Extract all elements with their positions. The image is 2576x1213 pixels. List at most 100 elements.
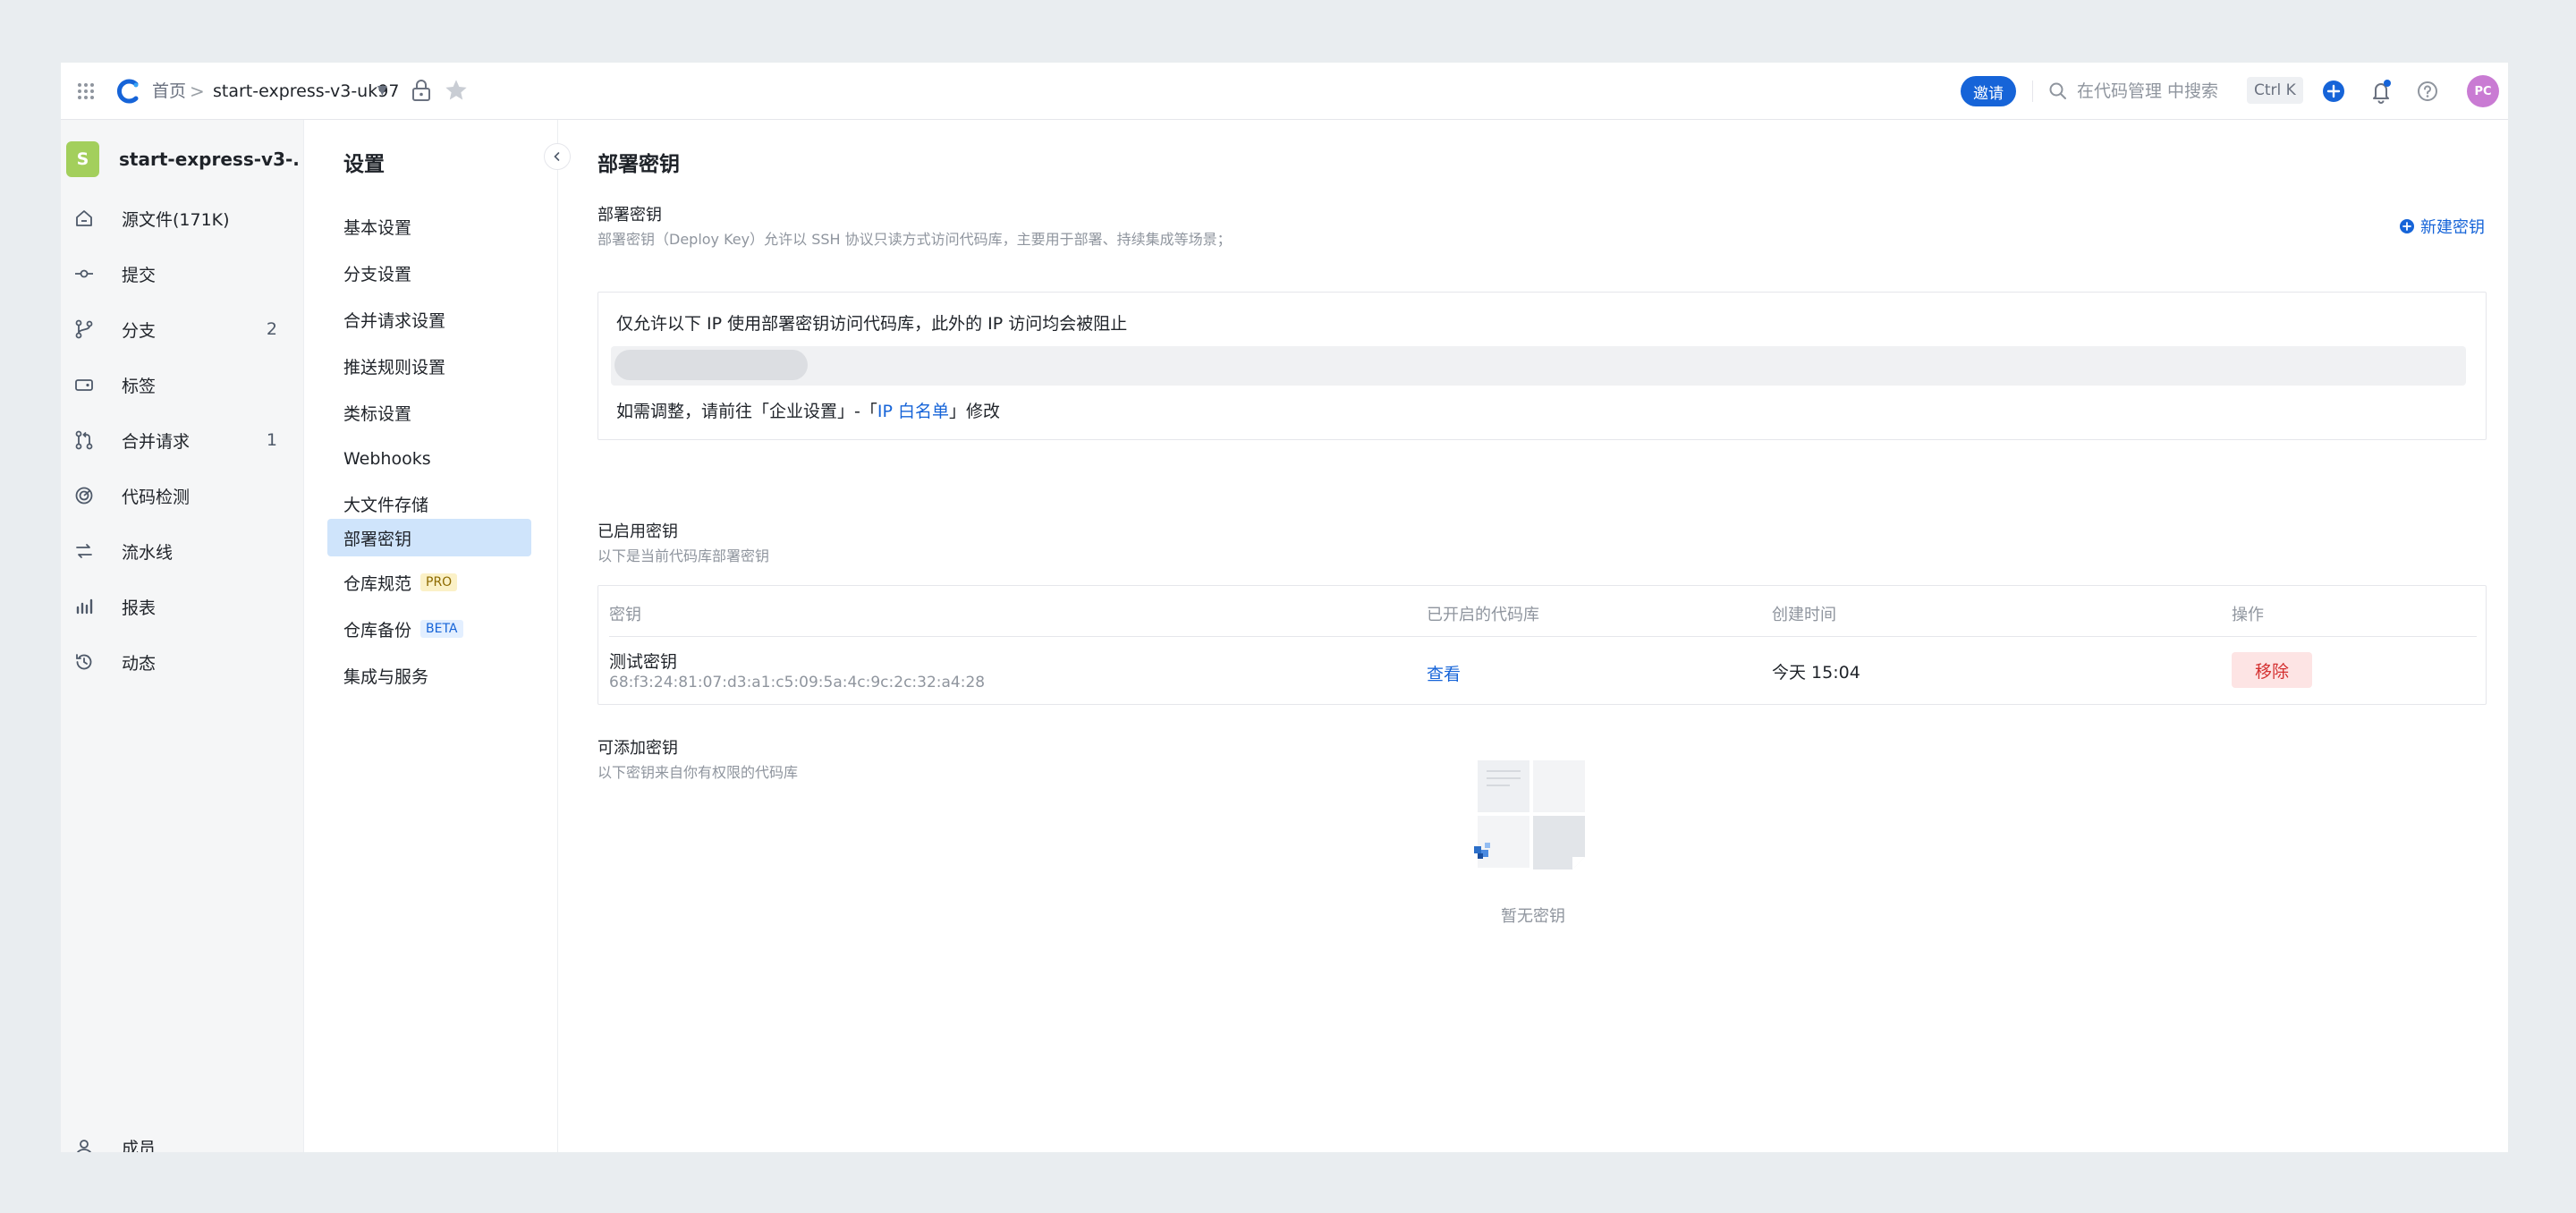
repo-header[interactable]: S start-express-v3-... bbox=[66, 138, 299, 181]
addable-keys-description: 以下密钥来自你有权限的代码库 bbox=[597, 764, 799, 781]
settings-item-deploy-keys[interactable]: 部署密钥 bbox=[327, 519, 531, 556]
breadcrumb-home[interactable]: 首页 bbox=[152, 79, 186, 104]
new-key-label: 新建密钥 bbox=[2420, 218, 2485, 237]
settings-item-labels[interactable]: 类标设置 bbox=[327, 394, 531, 431]
empty-state-text: 暂无密钥 bbox=[1501, 907, 1565, 926]
settings-item-repo-rules[interactable]: 仓库规范 PRO bbox=[327, 564, 531, 601]
ip-adjust-suffix: 」修改 bbox=[948, 402, 1000, 421]
member-icon bbox=[77, 1140, 91, 1152]
settings-item-lfs[interactable]: 大文件存储 bbox=[327, 485, 531, 522]
settings-item-basic[interactable]: 基本设置 bbox=[327, 208, 531, 245]
search-shortcut-hint: Ctrl K bbox=[2247, 77, 2303, 104]
table-header-divider bbox=[609, 636, 2477, 637]
sidebar-item-label: 流水线 bbox=[122, 542, 174, 563]
repo-name: start-express-v3-... bbox=[119, 148, 299, 170]
settings-item-repo-backup[interactable]: 仓库备份 BETA bbox=[327, 610, 531, 648]
settings-item-label: 部署密钥 bbox=[343, 529, 412, 549]
codeup-logo-icon[interactable] bbox=[114, 77, 143, 106]
settings-item-label: 仓库规范 bbox=[343, 573, 412, 594]
main-content: 部署密钥 部署密钥 部署密钥（Deploy Key）允许以 SSH 协议只读方式… bbox=[558, 120, 2508, 1152]
notification-bell-icon[interactable] bbox=[2368, 78, 2394, 105]
beta-badge: BETA bbox=[420, 620, 463, 638]
user-avatar[interactable]: PC bbox=[2467, 75, 2499, 107]
ip-adjust-prefix: 如需调整，请前往「企业设置」-「 bbox=[616, 402, 877, 421]
sidebar-item-members[interactable]: 成员 bbox=[61, 1122, 304, 1152]
column-header-key: 密钥 bbox=[609, 606, 641, 624]
settings-item-push-rules[interactable]: 推送规则设置 bbox=[327, 347, 531, 385]
enabled-keys-description: 以下是当前代码库部署密钥 bbox=[597, 547, 770, 564]
settings-item-branch[interactable]: 分支设置 bbox=[327, 254, 531, 292]
sidebar-item-label: 合并请求 bbox=[122, 431, 191, 452]
app-window: 首页 > start-express-v3-uk97 ▼ 邀请 Ctrl K bbox=[61, 63, 2508, 1152]
sidebar-item-label: 分支 bbox=[122, 320, 157, 341]
help-icon[interactable] bbox=[2415, 79, 2440, 104]
page-title: 部署密钥 bbox=[597, 153, 680, 176]
breadcrumb-repo[interactable]: start-express-v3-uk97 bbox=[213, 79, 399, 104]
settings-item-label: 推送规则设置 bbox=[343, 357, 446, 377]
addable-keys-title: 可添加密钥 bbox=[597, 739, 678, 758]
ip-chip-placeholder bbox=[614, 350, 808, 380]
sidebar-item-label: 报表 bbox=[122, 598, 157, 618]
settings-item-webhooks[interactable]: Webhooks bbox=[327, 440, 531, 478]
ip-notice-text: 仅允许以下 IP 使用部署密钥访问代码库，此外的 IP 访问均会被阻止 bbox=[616, 314, 1128, 334]
ip-whitelist-link[interactable]: IP 白名单 bbox=[877, 402, 949, 421]
branch-count: 2 bbox=[266, 319, 277, 339]
sidebar-item-pipeline[interactable]: 流水线 bbox=[61, 526, 304, 576]
ip-list-bar bbox=[611, 346, 2466, 386]
settings-item-merge-request[interactable]: 合并请求设置 bbox=[327, 301, 531, 338]
settings-item-label: 基本设置 bbox=[343, 217, 412, 238]
sidebar-item-branches[interactable]: 分支 2 bbox=[61, 304, 304, 354]
ip-whitelist-notice: 仅允许以下 IP 使用部署密钥访问代码库，此外的 IP 访问均会被阻止 如需调整… bbox=[597, 292, 2487, 440]
settings-item-label: 集成与服务 bbox=[343, 666, 429, 687]
pipeline-icon bbox=[76, 544, 92, 558]
merge-request-count: 1 bbox=[266, 430, 277, 450]
sidebar-item-label: 标签 bbox=[122, 376, 157, 396]
settings-item-label: Webhooks bbox=[343, 449, 431, 469]
sidebar-item-activity[interactable]: 动态 bbox=[61, 637, 304, 687]
scan-icon bbox=[75, 487, 93, 505]
breadcrumb-separator: > bbox=[190, 81, 205, 102]
sidebar-item-label: 动态 bbox=[122, 653, 157, 674]
home-icon bbox=[76, 210, 92, 226]
pro-badge: PRO bbox=[420, 573, 458, 591]
key-fingerprint: 68:f3:24:81:07:d3:a1:c5:09:5a:4c:9c:2c:3… bbox=[609, 674, 986, 691]
empty-state-illustration-icon bbox=[1474, 760, 1585, 869]
search-icon bbox=[2049, 82, 2066, 99]
sidebar-item-merge-requests[interactable]: 合并请求 1 bbox=[61, 415, 304, 465]
repo-sidebar: S start-express-v3-... 源文件(171K) 提交 分支 2… bbox=[61, 120, 304, 1152]
enabled-keys-table: 密钥 已开启的代码库 创建时间 操作 测试密钥 68:f3:24:81:07:d… bbox=[597, 585, 2487, 705]
remove-key-button[interactable]: 移除 bbox=[2232, 652, 2312, 688]
repo-dropdown-caret-icon[interactable]: ▼ bbox=[377, 78, 387, 103]
enabled-keys-title: 已启用密钥 bbox=[597, 522, 678, 541]
settings-item-label: 合并请求设置 bbox=[343, 310, 446, 331]
app-grid-icon[interactable] bbox=[75, 81, 97, 102]
column-header-created: 创建时间 bbox=[1772, 606, 1836, 624]
view-repos-link[interactable]: 查看 bbox=[1427, 661, 1461, 685]
settings-item-integrations[interactable]: 集成与服务 bbox=[327, 657, 531, 694]
section-title: 部署密钥 bbox=[597, 206, 662, 225]
settings-item-label: 分支设置 bbox=[343, 264, 412, 284]
sidebar-item-code-scan[interactable]: 代码检测 bbox=[61, 471, 304, 521]
star-icon[interactable] bbox=[444, 78, 469, 103]
key-name: 测试密钥 bbox=[609, 652, 678, 672]
sidebar-item-source[interactable]: 源文件(171K) bbox=[61, 193, 304, 243]
sidebar-item-reports[interactable]: 报表 bbox=[61, 581, 304, 632]
new-key-button[interactable]: 新建密钥 bbox=[2399, 215, 2485, 238]
column-header-actions: 操作 bbox=[2232, 606, 2264, 624]
sidebar-item-commits[interactable]: 提交 bbox=[61, 249, 304, 299]
add-circle-icon bbox=[2400, 219, 2414, 233]
search-input[interactable] bbox=[2077, 81, 2236, 101]
top-bar: 首页 > start-express-v3-uk97 ▼ 邀请 Ctrl K bbox=[61, 63, 2508, 120]
lock-icon bbox=[412, 80, 430, 101]
history-icon bbox=[76, 654, 92, 670]
global-search[interactable] bbox=[2048, 77, 2236, 106]
section-description: 部署密钥（Deploy Key）允许以 SSH 协议只读方式访问代码库，主要用于… bbox=[597, 231, 1232, 248]
invite-button[interactable]: 邀请 bbox=[1961, 76, 2016, 106]
sidebar-item-label: 提交 bbox=[122, 265, 157, 285]
sidebar-item-tags[interactable]: 标签 bbox=[61, 360, 304, 410]
chevron-left-icon bbox=[554, 152, 560, 161]
create-plus-icon[interactable] bbox=[2322, 80, 2345, 103]
tag-icon bbox=[75, 379, 93, 391]
sidebar-item-label: 代码检测 bbox=[122, 487, 191, 507]
collapse-sidebar-button[interactable] bbox=[544, 143, 571, 170]
